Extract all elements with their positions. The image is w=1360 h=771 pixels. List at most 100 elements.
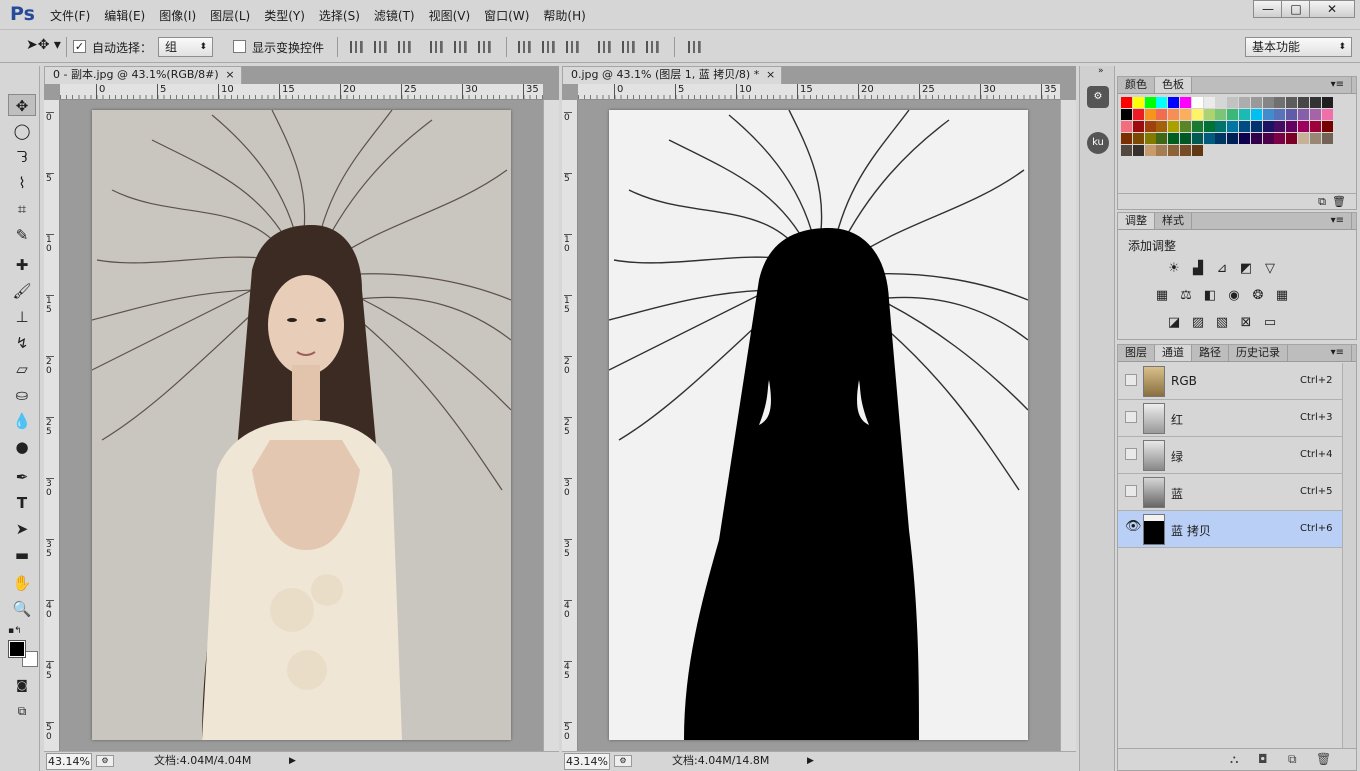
- color-swatch[interactable]: [1180, 133, 1191, 144]
- menu-layer[interactable]: 图层(L): [210, 7, 250, 24]
- color-swatch[interactable]: [1286, 121, 1298, 132]
- minimize-button[interactable]: —: [1253, 0, 1283, 18]
- color-swatch[interactable]: [1191, 145, 1203, 156]
- color-swatch[interactable]: [1274, 109, 1286, 120]
- color-swatch[interactable]: [1262, 133, 1274, 144]
- color-swatch[interactable]: [1191, 133, 1203, 144]
- adjust-panel-icon[interactable]: ⚙: [1087, 86, 1109, 108]
- channel-row[interactable]: 蓝 Ctrl+5: [1118, 474, 1342, 511]
- menu-window[interactable]: 窗口(W): [484, 7, 529, 24]
- hand-icon[interactable]: ✋: [8, 572, 36, 594]
- color-swatch[interactable]: [1121, 121, 1132, 132]
- distribute-hcenter-icon[interactable]: [622, 41, 635, 53]
- history-brush-icon[interactable]: ↯: [8, 332, 36, 354]
- color-swatch[interactable]: [1239, 121, 1250, 132]
- color-swatch[interactable]: [1274, 133, 1286, 144]
- channel-row[interactable]: 👁 蓝 拷贝 Ctrl+6: [1118, 511, 1342, 548]
- color-swatch[interactable]: [1168, 145, 1180, 156]
- channel-row[interactable]: RGB Ctrl+2: [1118, 363, 1342, 400]
- color-swatch[interactable]: [1203, 109, 1215, 120]
- zoom-field[interactable]: 43.14%: [46, 753, 92, 770]
- document-tab-2[interactable]: 0.jpg @ 43.1% (图层 1, 蓝 拷贝/8) * ×: [562, 66, 783, 84]
- color-swatch[interactable]: [1262, 109, 1274, 120]
- distribute-vcenter-icon[interactable]: [542, 41, 555, 53]
- move-tool-preset-icon[interactable]: ➤✥ ▾: [26, 37, 61, 53]
- color-swatch[interactable]: [1262, 97, 1274, 108]
- panel-menu-icon[interactable]: ▾≡: [1324, 213, 1352, 229]
- quick-selection-icon[interactable]: ⌇: [8, 172, 36, 194]
- trash-icon[interactable]: 🗑: [1332, 195, 1346, 208]
- status-options-icon[interactable]: ⚙: [614, 755, 632, 767]
- color-swatch[interactable]: [1262, 121, 1274, 132]
- color-swatch[interactable]: [1298, 133, 1309, 144]
- menu-view[interactable]: 视图(V): [429, 7, 471, 24]
- align-vcenter-icon[interactable]: [374, 41, 387, 53]
- elliptical-marquee-icon[interactable]: ◯: [8, 120, 36, 142]
- distribute-right-icon[interactable]: [646, 41, 659, 53]
- default-colors-icon[interactable]: ▪↰: [8, 626, 22, 636]
- gradient-map-icon[interactable]: ▭: [1262, 316, 1278, 330]
- color-swatch[interactable]: [1168, 121, 1180, 132]
- auto-align-icon[interactable]: [688, 41, 701, 53]
- color-swatch[interactable]: [1298, 121, 1309, 132]
- color-swatch[interactable]: [1121, 145, 1132, 156]
- color-swatch[interactable]: [1227, 133, 1239, 144]
- panel-menu-icon[interactable]: ▾≡: [1324, 77, 1352, 93]
- tab-channels[interactable]: 通道: [1155, 345, 1192, 361]
- color-swatch[interactable]: [1180, 97, 1191, 108]
- menu-image[interactable]: 图像(I): [159, 7, 196, 24]
- color-swatch[interactable]: [1132, 145, 1144, 156]
- close-tab-icon[interactable]: ×: [225, 67, 234, 83]
- close-tab-icon[interactable]: ×: [766, 67, 775, 83]
- panel-menu-icon[interactable]: ▾≡: [1324, 345, 1352, 361]
- tab-swatches[interactable]: 色板: [1155, 77, 1192, 93]
- color-swatch[interactable]: [1309, 133, 1321, 144]
- color-swatch[interactable]: [1156, 109, 1168, 120]
- color-swatch[interactable]: [1274, 121, 1286, 132]
- color-swatch[interactable]: [1239, 109, 1250, 120]
- lasso-icon[interactable]: ᘊ: [8, 146, 36, 168]
- levels-icon[interactable]: ▟: [1190, 262, 1206, 276]
- color-swatch[interactable]: [1191, 97, 1203, 108]
- channel-row[interactable]: 红 Ctrl+3: [1118, 400, 1342, 437]
- color-swatch[interactable]: [1227, 109, 1239, 120]
- color-swatch[interactable]: [1250, 97, 1262, 108]
- hue-saturation-icon[interactable]: ▦: [1154, 289, 1170, 303]
- visibility-eye-icon[interactable]: [1125, 411, 1137, 423]
- ku-icon[interactable]: ku: [1087, 132, 1109, 154]
- menu-type[interactable]: 类型(Y): [264, 7, 305, 24]
- threshold-icon[interactable]: ▧: [1214, 316, 1230, 330]
- color-swatch[interactable]: [1191, 109, 1203, 120]
- zoom-icon[interactable]: 🔍: [8, 598, 36, 620]
- color-swatch[interactable]: [1132, 109, 1144, 120]
- brush-icon[interactable]: 🖌: [8, 280, 36, 302]
- color-swatch[interactable]: [1286, 109, 1298, 120]
- color-swatch[interactable]: [1239, 97, 1250, 108]
- visibility-eye-icon[interactable]: [1125, 374, 1137, 386]
- color-swatch[interactable]: [1168, 97, 1180, 108]
- color-swatch[interactable]: [1250, 109, 1262, 120]
- color-lookup-icon[interactable]: ▦: [1274, 289, 1290, 303]
- color-swatch[interactable]: [1215, 109, 1227, 120]
- color-swatch[interactable]: [1168, 109, 1180, 120]
- color-swatch[interactable]: [1132, 121, 1144, 132]
- auto-select-checkbox[interactable]: ✓: [73, 40, 86, 53]
- color-swatch[interactable]: [1321, 133, 1333, 144]
- selective-color-icon[interactable]: ⊠: [1238, 316, 1254, 330]
- healing-brush-icon[interactable]: ✚: [8, 254, 36, 276]
- show-transform-checkbox[interactable]: [233, 40, 246, 53]
- eraser-icon[interactable]: ▱: [8, 358, 36, 380]
- color-swatch[interactable]: [1239, 133, 1250, 144]
- invert-icon[interactable]: ◪: [1166, 316, 1182, 330]
- collapse-dock-icon[interactable]: »: [1098, 66, 1104, 76]
- restore-button[interactable]: □: [1281, 0, 1311, 18]
- color-swatch[interactable]: [1168, 133, 1180, 144]
- distribute-top-icon[interactable]: [518, 41, 531, 53]
- tab-paths[interactable]: 路径: [1192, 345, 1229, 361]
- color-swatch[interactable]: [1144, 121, 1156, 132]
- status-menu-arrow-icon[interactable]: ▶: [807, 752, 814, 770]
- menu-edit[interactable]: 编辑(E): [104, 7, 145, 24]
- color-swatch[interactable]: [1203, 133, 1215, 144]
- trash-icon[interactable]: 🗑: [1316, 752, 1331, 766]
- save-selection-icon[interactable]: ◘: [1258, 752, 1268, 766]
